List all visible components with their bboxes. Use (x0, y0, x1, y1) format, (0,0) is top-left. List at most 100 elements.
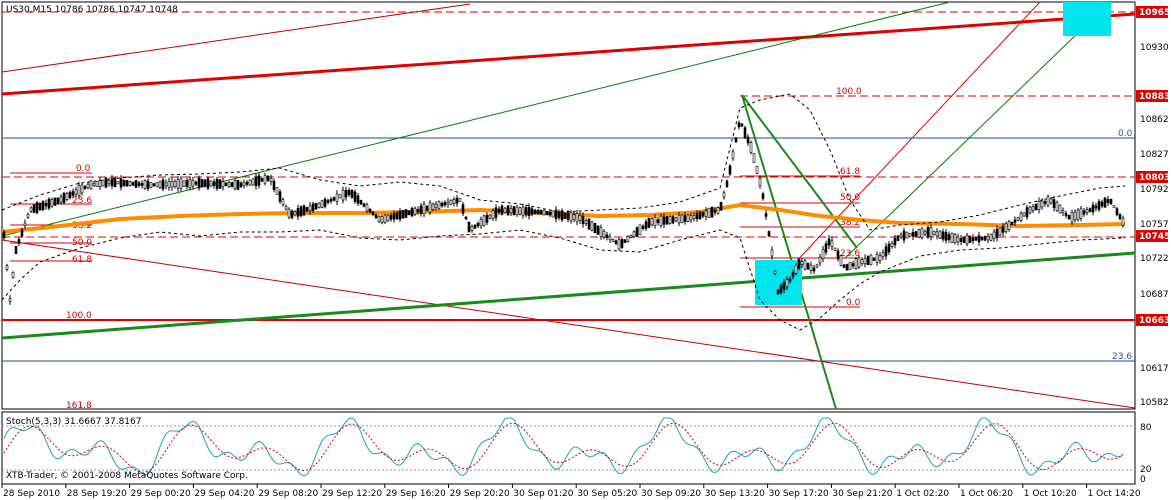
badge-10745-label: 10745 (1139, 232, 1170, 242)
candle-body (134, 180, 138, 188)
candle-body (419, 205, 423, 214)
candle-body (101, 179, 105, 187)
candle-body (563, 212, 567, 219)
candle-body (614, 240, 618, 245)
candle-body (1022, 212, 1026, 217)
main-plot-frame (1, 1, 1136, 410)
candle-body (755, 166, 759, 174)
candle-body (317, 202, 321, 208)
candle-body (866, 255, 870, 266)
candle-body (311, 203, 315, 212)
candle-body (179, 178, 183, 190)
candle-body (1091, 204, 1095, 213)
candle-body (641, 225, 645, 229)
candle-body (917, 229, 921, 238)
price-tick-10862: 10862 (1140, 115, 1169, 125)
candle-body (386, 214, 390, 222)
candle-body (284, 205, 288, 210)
candle-body (851, 263, 855, 267)
candle-body (647, 217, 651, 228)
candle-body (899, 234, 903, 238)
candle-body (872, 257, 876, 261)
candle-body (731, 151, 735, 159)
candle-body (254, 176, 258, 187)
candle-body (392, 213, 396, 220)
candle-body (128, 181, 132, 186)
cyan-zone-upper (1063, 2, 1111, 36)
fib-right-50: 50.0 (840, 193, 860, 203)
candle-body (956, 236, 960, 243)
candle-body (371, 211, 375, 216)
candle-body (47, 198, 51, 209)
candle-body (140, 183, 144, 186)
candle-body (20, 229, 24, 237)
candle-body (488, 214, 492, 219)
candle-body (35, 202, 39, 213)
candle-body (950, 232, 954, 243)
candle-body (410, 207, 414, 217)
candle-body (17, 239, 21, 244)
candle-body (368, 209, 372, 213)
trading-chart[interactable]: US30,M15 10786 10786 10747 10748 0.0 23.… (0, 0, 1171, 500)
candle-body (119, 178, 123, 188)
candle-body (983, 236, 987, 241)
badge-10803-label: 10803 (1139, 173, 1170, 183)
candle-body (29, 207, 33, 212)
candle-body (935, 231, 939, 237)
time-label: 29 Sep 08:20 (258, 489, 318, 499)
candle-body (947, 234, 951, 240)
candle-body (848, 261, 852, 271)
candle-body (887, 243, 891, 253)
candle-body (518, 207, 522, 215)
candle-body (350, 190, 354, 198)
candle-body (389, 214, 393, 220)
candle-body (467, 221, 471, 233)
candle-body (1088, 208, 1092, 212)
candle-body (461, 204, 465, 214)
candle-body (62, 192, 66, 204)
candle-body (185, 180, 189, 188)
candle-body (986, 236, 990, 241)
candle-body (362, 203, 366, 207)
candle-body (41, 201, 45, 211)
time-label: 28 Sep 2010 (3, 489, 60, 499)
candle-body (68, 191, 72, 199)
candle-body (845, 263, 849, 271)
candle-body (167, 180, 171, 188)
candle-body (629, 235, 633, 238)
candle-body (1058, 204, 1062, 214)
candle-body (443, 202, 447, 206)
candle-body (23, 222, 27, 226)
time-label: 30 Sep 09:20 (641, 489, 701, 499)
stoch-tick-0: 0 (1140, 475, 1146, 485)
candle-body (782, 282, 786, 290)
candle-body (1115, 208, 1119, 216)
candle-body (71, 191, 75, 196)
candle-body (59, 196, 63, 203)
fib-right-236: 23.6 (840, 249, 860, 259)
candle-body (515, 206, 519, 215)
price-tick-10930: 10930 (1140, 43, 1169, 53)
candle-body (1100, 201, 1104, 207)
candle-body (320, 200, 324, 208)
candle-body (479, 219, 483, 227)
candle-body (932, 231, 936, 235)
fib-left-1618: 161.8 (66, 401, 92, 411)
candle-body (761, 193, 765, 199)
candle-body (146, 180, 150, 190)
candle-body (1070, 211, 1074, 223)
time-label: 29 Sep 00:20 (131, 489, 191, 499)
candle-body (569, 212, 573, 222)
candle-body (203, 179, 207, 187)
candle-body (1013, 219, 1017, 223)
candle-body (173, 181, 177, 187)
candle-body (881, 252, 885, 258)
candle-body (821, 248, 825, 260)
fib-left-236: 23.6 (72, 196, 92, 206)
candle-body (800, 261, 804, 265)
candle-body (116, 180, 120, 185)
candle-body (149, 182, 153, 188)
candle-body (722, 192, 726, 198)
candle-body (224, 182, 228, 186)
candle-body (1082, 210, 1086, 215)
